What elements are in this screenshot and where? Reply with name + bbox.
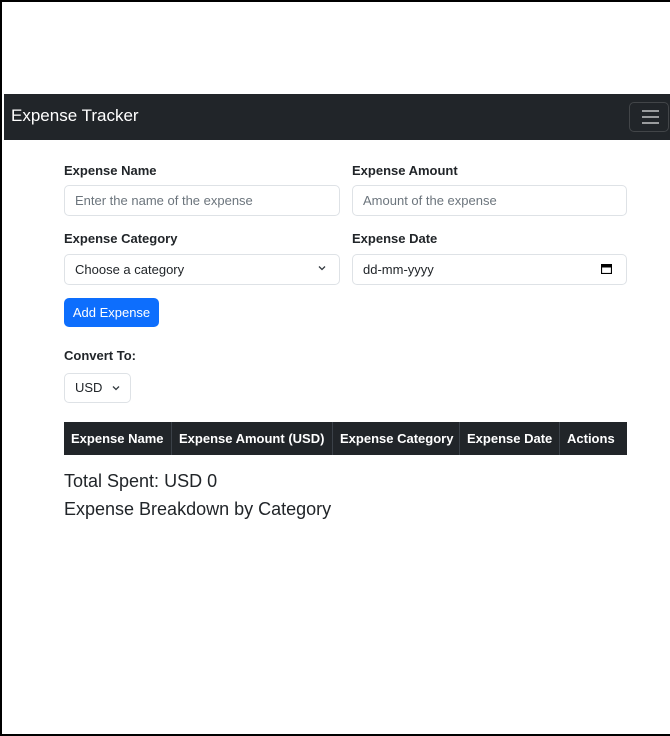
navbar-brand[interactable]: Expense Tracker bbox=[11, 106, 139, 126]
expense-category-select[interactable]: Choose a category bbox=[64, 254, 340, 285]
category-breakdown-heading: Expense Breakdown by Category bbox=[64, 499, 332, 519]
navbar-toggler-button[interactable] bbox=[629, 102, 669, 132]
expense-date-input[interactable]: dd-mm-yyyy bbox=[352, 254, 627, 285]
expense-name-placeholder: Enter the name of the expense bbox=[75, 193, 253, 208]
convert-to-label: Convert To: bbox=[64, 348, 136, 363]
add-expense-button[interactable]: Add Expense bbox=[64, 298, 159, 327]
expense-category-selected: Choose a category bbox=[75, 262, 185, 277]
expense-amount-label: Expense Amount bbox=[352, 163, 458, 178]
expense-amount-placeholder: Amount of the expense bbox=[363, 193, 497, 208]
column-header-expense-amount: Expense Amount (USD) bbox=[172, 422, 333, 455]
currency-select[interactable]: USD bbox=[64, 373, 131, 403]
expense-category-label: Expense Category bbox=[64, 231, 178, 246]
chevron-down-icon bbox=[318, 266, 326, 271]
expense-date-label: Expense Date bbox=[352, 231, 438, 246]
expense-table-header: Expense Name Expense Amount (USD) Expens… bbox=[64, 422, 627, 455]
total-spent: Total Spent: USD 0 bbox=[64, 471, 218, 491]
page-frame: Expense Tracker Expense Name Enter the n… bbox=[0, 0, 670, 736]
expense-name-label: Expense Name bbox=[64, 163, 157, 178]
currency-selected: USD bbox=[75, 380, 103, 395]
column-header-expense-date: Expense Date bbox=[460, 422, 560, 455]
column-header-actions: Actions bbox=[567, 431, 615, 446]
column-header-expense-name: Expense Name bbox=[64, 422, 172, 455]
expense-name-input[interactable]: Enter the name of the expense bbox=[64, 185, 340, 216]
navbar: Expense Tracker bbox=[4, 94, 670, 140]
expense-amount-input[interactable]: Amount of the expense bbox=[352, 185, 627, 216]
calendar-icon[interactable] bbox=[601, 264, 612, 274]
expense-date-placeholder: dd-mm-yyyy bbox=[363, 262, 434, 277]
chevron-down-icon bbox=[112, 386, 120, 391]
column-header-expense-category: Expense Category bbox=[333, 422, 460, 455]
